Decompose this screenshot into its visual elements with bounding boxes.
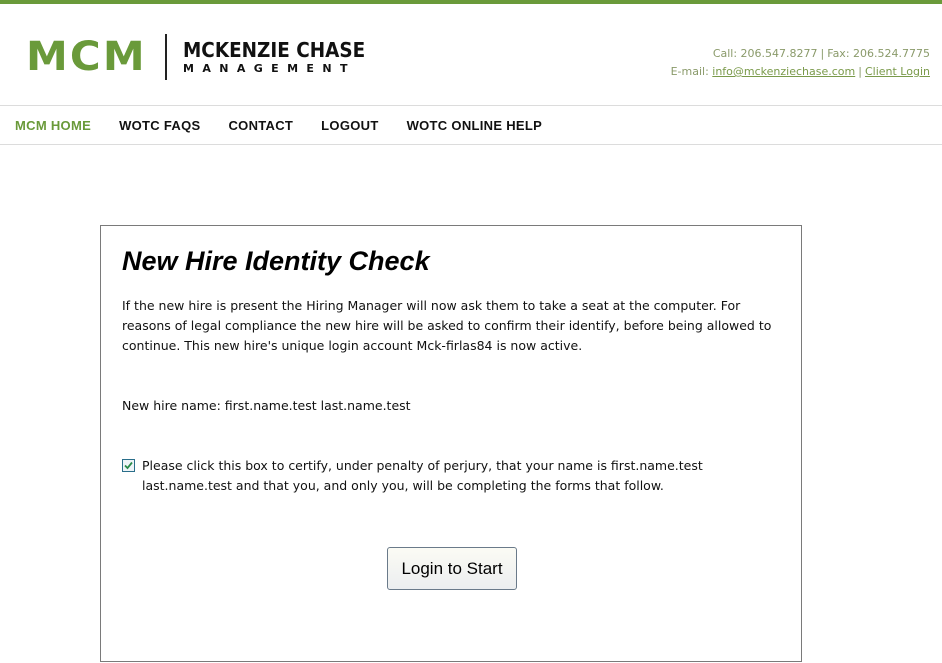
nav-item-wotc-online-help[interactable]: WOTC ONLINE HELP (407, 118, 543, 133)
login-to-start-button[interactable]: Login to Start (387, 547, 517, 590)
logo-text: MCKENZIE CHASE MANAGEMENT (183, 40, 381, 74)
hire-name-text: New hire name: first.name.test last.name… (122, 398, 411, 413)
email-line: E-mail: info@mckenziechase.com | Client Lo… (671, 63, 930, 81)
client-login-link[interactable]: Client Login (865, 65, 930, 78)
contact-info: Call: 206.547.8277 | Fax: 206.524.7775 E-m… (671, 45, 930, 81)
certify-row: Please click this box to certify, under … (122, 456, 722, 496)
page-title: New Hire Identity Check (122, 246, 430, 276)
certify-label[interactable]: Please click this box to certify, under … (142, 456, 722, 496)
phone-line: Call: 206.547.8277 | Fax: 206.524.7775 (671, 45, 930, 63)
email-label: E-mail: (670, 65, 709, 78)
email-link[interactable]: info@mckenziechase.com (712, 65, 855, 78)
main-nav: MCM HOME WOTC FAQS CONTACT LOGOUT WOTC O… (0, 105, 942, 145)
call-number: Call: 206.547.8277 (712, 47, 818, 60)
logo-mcm: MCM (26, 34, 147, 80)
intro-text: If the new hire is present the Hiring Ma… (122, 298, 772, 353)
nav-item-contact[interactable]: CONTACT (228, 118, 293, 133)
certify-checkbox[interactable] (122, 459, 135, 472)
logo[interactable]: MCM MCKENZIE CHASE MANAGEMENT (26, 32, 381, 82)
separator: | (858, 65, 862, 78)
logo-company-name: MCKENZIE CHASE (182, 38, 366, 62)
header: MCM MCKENZIE CHASE MANAGEMENT Call: 206.… (0, 4, 942, 105)
logo-divider (164, 34, 167, 80)
logo-company-sub: MANAGEMENT (182, 62, 356, 75)
nav-item-logout[interactable]: LOGOUT (321, 118, 378, 133)
separator: | (820, 47, 825, 60)
checkmark-icon (124, 461, 133, 470)
nav-item-mcm-home[interactable]: MCM HOME (15, 118, 91, 133)
fax-number: Fax: 206.524.7775 (827, 47, 930, 60)
nav-item-wotc-faqs[interactable]: WOTC FAQS (119, 118, 200, 133)
identity-check-panel: New Hire Identity Check If the new hire … (100, 225, 802, 662)
